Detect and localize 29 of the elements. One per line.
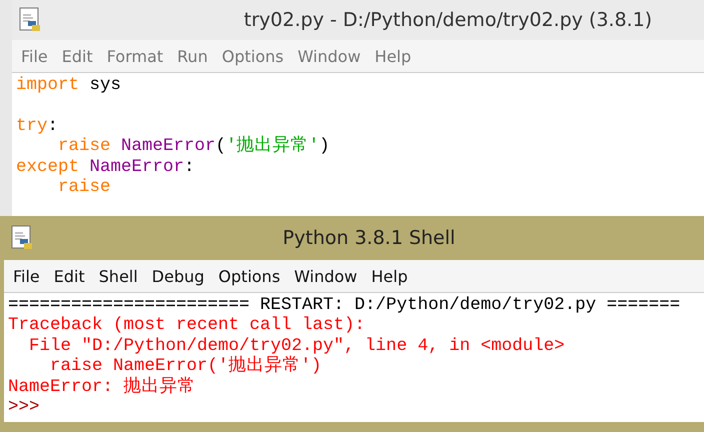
- menu-item[interactable]: Run: [170, 46, 215, 66]
- menu-item[interactable]: File: [6, 266, 47, 286]
- menu-item[interactable]: Options: [211, 266, 288, 286]
- code-line: NameError: 抛出异常: [8, 376, 197, 397]
- menu-item[interactable]: File: [14, 46, 55, 66]
- code-line: raise NameError('抛出异常'): [57, 136, 331, 157]
- menu-item[interactable]: Help: [368, 46, 418, 66]
- code-line: try:: [16, 116, 60, 136]
- menu-item[interactable]: Help: [364, 266, 415, 286]
- code-line: import sys: [16, 75, 122, 96]
- code-line: ======================= RESTART: D:/Python/demo/try02.py =======: [8, 295, 682, 316]
- code-editor[interactable]: import sys try: raise NameError('抛出异常') except NameError: raise: [12, 73, 704, 216]
- menu-item[interactable]: Window: [287, 266, 364, 286]
- menu-item[interactable]: Debug: [144, 266, 212, 286]
- code-line: raise: [57, 176, 112, 198]
- code-line: File "D:/Python/demo/try02.py", line 4, in <module>: [28, 336, 566, 356]
- menu-item[interactable]: Edit: [46, 266, 92, 286]
- menu-item[interactable]: Edit: [54, 46, 100, 66]
- menu-item[interactable]: Format: [100, 46, 170, 66]
- code-line: >>>: [8, 396, 41, 418]
- menu-item[interactable]: Window: [290, 46, 368, 66]
- window-title: try02.py - D:/Python/demo/try02.py (3.8.1): [242, 9, 654, 31]
- menu-item[interactable]: Shell: [92, 266, 145, 286]
- window-title: Python 3.8.1 Shell: [282, 227, 456, 249]
- menu-item[interactable]: Options: [214, 46, 291, 66]
- shell-output[interactable]: ======================= RESTART: D:/Python/demo/try02.py ======= Traceback (most recent call last): File "D:/Python/demo/try02.py", line 4, in <module> raise NameError('抛出异常') NameError: 抛出异常 >>>: [4, 293, 704, 422]
- code-line: raise NameError('抛出异常'): [49, 356, 323, 376]
- code-line: except NameError:: [16, 156, 196, 177]
- code-line: Traceback (most recent call last):: [8, 315, 366, 336]
